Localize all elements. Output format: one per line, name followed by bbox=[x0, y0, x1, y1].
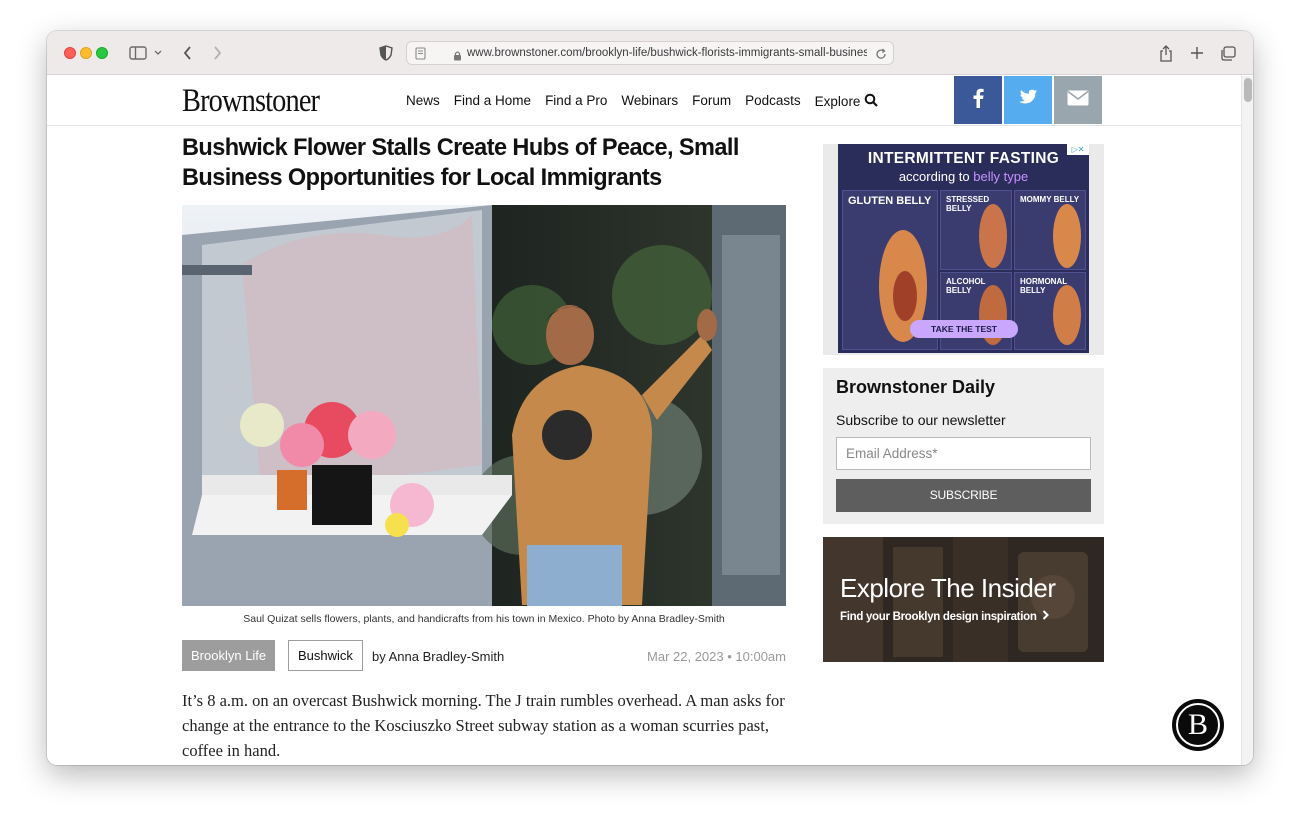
nav-webinars[interactable]: Webinars bbox=[621, 93, 678, 110]
chevron-down-icon[interactable] bbox=[152, 43, 164, 63]
url-text: www.brownstoner.com/brooklyn-life/bushwi… bbox=[467, 47, 867, 59]
forward-icon[interactable] bbox=[209, 43, 225, 63]
site-header: Brownstoner News Find a Home Find a Pro … bbox=[47, 76, 1241, 126]
sidebar-ad[interactable]: ▷✕ INTERMITTENT FASTING according to bel… bbox=[823, 144, 1104, 355]
main-nav: News Find a Home Find a Pro Webinars For… bbox=[406, 93, 879, 110]
chevron-right-icon bbox=[1042, 610, 1049, 623]
article-hero-image bbox=[182, 205, 786, 606]
web-page: Brownstoner News Find a Home Find a Pro … bbox=[47, 76, 1241, 765]
brownstoner-float-button[interactable]: B bbox=[1172, 699, 1224, 751]
twitter-icon bbox=[1018, 89, 1038, 111]
address-bar[interactable]: www.brownstoner.com/brooklyn-life/bushwi… bbox=[406, 41, 894, 65]
browser-toolbar: www.brownstoner.com/brooklyn-life/bushwi… bbox=[47, 31, 1253, 75]
lock-icon bbox=[453, 48, 462, 66]
scrollbar-thumb[interactable] bbox=[1244, 78, 1252, 102]
publish-date: Mar 22, 2023 • 10:00am bbox=[647, 649, 786, 664]
ad-sub-prefix: according to bbox=[898, 169, 970, 184]
article-meta: Brooklyn Life Bushwick by Anna Bradley-S… bbox=[182, 640, 786, 672]
subscribe-button[interactable]: SUBSCRIBE bbox=[836, 479, 1091, 512]
page-scrollbar[interactable] bbox=[1241, 76, 1253, 765]
minimize-window-button[interactable] bbox=[80, 47, 92, 59]
nav-explore[interactable]: Explore bbox=[815, 93, 879, 110]
newsletter-widget: Brownstoner Daily Subscribe to our newsl… bbox=[823, 368, 1104, 524]
nav-find-a-home[interactable]: Find a Home bbox=[454, 93, 531, 110]
ad-headline: INTERMITTENT FASTING bbox=[867, 150, 1060, 167]
ad-cell: STRESSED BELLY bbox=[940, 190, 1012, 270]
share-icon[interactable] bbox=[1157, 43, 1175, 63]
zoom-window-button[interactable] bbox=[96, 47, 108, 59]
search-icon[interactable] bbox=[864, 93, 879, 110]
nav-explore-label: Explore bbox=[814, 94, 861, 109]
back-icon[interactable] bbox=[180, 43, 196, 63]
browser-window: www.brownstoner.com/brooklyn-life/bushwi… bbox=[47, 31, 1253, 765]
ad-sub-highlight: belly type bbox=[973, 169, 1029, 184]
newsletter-title: Brownstoner Daily bbox=[836, 377, 996, 397]
email-field[interactable]: Email Address* bbox=[836, 437, 1091, 470]
ad-cell: MOMMY BELLY bbox=[1014, 190, 1086, 270]
sidebar-toggle-icon[interactable] bbox=[127, 43, 149, 63]
facebook-share-button[interactable] bbox=[954, 76, 1002, 124]
reload-icon[interactable] bbox=[875, 47, 887, 65]
brownstoner-b-logo-icon: B bbox=[1176, 703, 1220, 747]
privacy-shield-icon[interactable] bbox=[377, 43, 395, 63]
ad-subheadline: according to belly type bbox=[838, 169, 1089, 184]
close-window-button[interactable] bbox=[64, 47, 76, 59]
ad-cell: HORMONAL BELLY bbox=[1014, 272, 1086, 350]
tab-overview-icon[interactable] bbox=[1219, 43, 1237, 63]
nav-forum[interactable]: Forum bbox=[692, 93, 731, 110]
twitter-share-button[interactable] bbox=[1004, 76, 1052, 124]
email-share-button[interactable] bbox=[1054, 76, 1102, 124]
facebook-icon bbox=[972, 88, 984, 113]
insider-promo[interactable]: Explore The Insider Find your Brooklyn d… bbox=[823, 537, 1104, 662]
article-title: Bushwick Flower Stalls Create Hubs of Pe… bbox=[182, 134, 739, 191]
image-caption: Saul Quizat sells flowers, plants, and h… bbox=[243, 613, 725, 625]
new-tab-icon[interactable] bbox=[1188, 43, 1206, 63]
article-body: It’s 8 a.m. on an overcast Bushwick morn… bbox=[182, 691, 785, 760]
nav-news[interactable]: News bbox=[406, 93, 440, 110]
ad-cta-button[interactable]: TAKE THE TEST bbox=[910, 320, 1018, 338]
newsletter-subtitle: Subscribe to our newsletter bbox=[836, 412, 1006, 428]
byline: by Anna Bradley-Smith bbox=[372, 649, 505, 664]
nav-find-a-pro[interactable]: Find a Pro bbox=[545, 93, 607, 110]
category-tag-bushwick[interactable]: Bushwick bbox=[288, 640, 363, 671]
email-icon bbox=[1067, 90, 1089, 111]
site-logo[interactable]: Brownstoner bbox=[182, 83, 320, 120]
nav-podcasts[interactable]: Podcasts bbox=[745, 93, 801, 110]
page-icon bbox=[415, 47, 426, 65]
insider-title: Explore The Insider bbox=[840, 573, 1056, 603]
insider-subtitle-text: Find your Brooklyn design inspiration bbox=[840, 610, 1037, 623]
category-tag-brooklyn-life[interactable]: Brooklyn Life bbox=[182, 640, 276, 671]
ad-cell: ALCOHOL BELLY bbox=[940, 272, 1012, 350]
ad-creative: ▷✕ INTERMITTENT FASTING according to bel… bbox=[838, 144, 1089, 353]
insider-subtitle: Find your Brooklyn design inspiration bbox=[840, 610, 1049, 623]
